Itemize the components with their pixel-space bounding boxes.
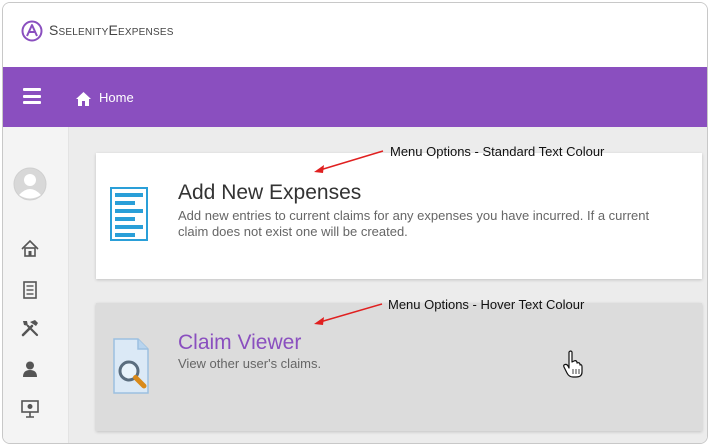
add-new-expenses-description: Add new entries to current claims for an… [178, 208, 650, 239]
claim-viewer-description: View other user's claims. [178, 356, 322, 371]
brand-first: Selenity [58, 27, 109, 38]
avatar-icon[interactable] [13, 167, 47, 201]
hamburger-menu-icon[interactable] [23, 88, 41, 104]
annotation-standard-text: Menu Options - Standard Text Colour [390, 144, 605, 159]
sidebar [3, 127, 69, 443]
nav-bar: Home [3, 67, 707, 127]
sidebar-home-icon[interactable] [20, 239, 40, 259]
hand-pointer-cursor-icon [563, 350, 583, 378]
annotation-hover-text: Menu Options - Hover Text Colour [388, 297, 585, 312]
top-bar: SSelenityEExpenses [3, 3, 707, 67]
sidebar-user-icon[interactable] [20, 359, 40, 379]
menu-option-claim-viewer[interactable]: Claim Viewer View other user's claims. [96, 303, 702, 431]
brand-second: Expenses [118, 27, 174, 38]
brand-name: SSelenityEExpenses [49, 22, 174, 38]
sidebar-expenses-list-icon[interactable] [20, 280, 40, 300]
main-content: Add New Expenses Add new entries to curr… [69, 127, 707, 443]
sidebar-tools-icon[interactable] [20, 318, 40, 338]
home-icon[interactable] [75, 91, 92, 106]
claim-viewer-title[interactable]: Claim Viewer [178, 331, 301, 355]
sidebar-presentation-icon[interactable] [20, 399, 40, 419]
home-link[interactable]: Home [99, 90, 134, 105]
app-window: SSelenityEExpenses Home [2, 2, 708, 444]
claim-viewer-icon [113, 338, 149, 394]
menu-option-add-new-expenses[interactable]: Add New Expenses Add new entries to curr… [96, 153, 702, 279]
document-list-icon [110, 187, 148, 241]
selenity-logo-icon [21, 20, 43, 42]
add-new-expenses-title[interactable]: Add New Expenses [178, 181, 361, 205]
